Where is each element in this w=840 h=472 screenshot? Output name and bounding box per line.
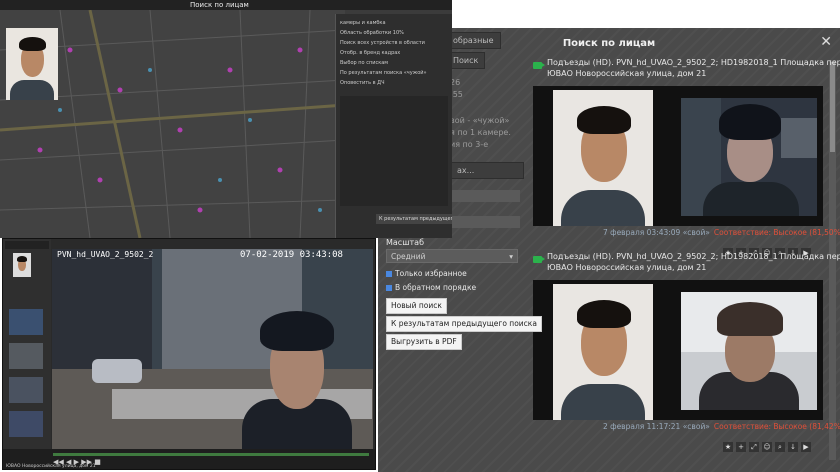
settings-row[interactable]: Область обработки 10%	[340, 30, 404, 36]
result-datetime: 2 февраля 11:17:21 «свой»	[603, 422, 710, 431]
settings-row[interactable]: камеры и камбка	[340, 20, 386, 26]
bg-button-3: ах...	[450, 162, 524, 179]
prev-results-button[interactable]: К результатам предыдущего поиска	[386, 316, 542, 332]
video-caption: ЮВАО Новороссийская улица, дом 21	[6, 464, 96, 469]
prev-results-button[interactable]: К результатам предыдущего поиска	[376, 214, 452, 224]
expand-icon[interactable]: ⤢	[749, 442, 759, 452]
bg-select-1	[450, 190, 520, 202]
settings-row[interactable]: Выбор по спискам	[340, 60, 388, 66]
settings-row[interactable]: По результатам поиска «чужой»	[340, 70, 427, 76]
reverse-order-label: В обратном порядке	[395, 283, 477, 292]
video-player-window: PVN_hd_UVAO_2_9502_2 07-02-2019 03:43:08…	[2, 238, 376, 470]
result-confidence: Соответствие: Высокое (81,42%)	[713, 422, 840, 431]
new-search-button[interactable]: Новый поиск	[386, 298, 447, 314]
match-thumbnail[interactable]	[9, 377, 43, 403]
sidebar-toolbar	[5, 241, 49, 249]
only-favorites-label: Только избранное	[395, 269, 467, 278]
camera-icon	[533, 256, 545, 263]
scale-select[interactable]: Средний ▾	[386, 249, 518, 263]
map-window: Поиск по лицам камеры и камбка Область о…	[0, 0, 452, 238]
result-meta: 2 февраля 11:17:21 «свой» Соответствие: В…	[603, 422, 840, 431]
checkbox-icon	[386, 285, 392, 291]
plus-icon[interactable]: +	[736, 442, 746, 452]
window-title: Поиск по лицам	[190, 1, 249, 9]
download-icon[interactable]: ↓	[788, 442, 798, 452]
close-icon[interactable]: ✕	[820, 34, 832, 50]
video-sidebar	[3, 239, 51, 469]
person-icon[interactable]: ☺	[762, 442, 772, 452]
result-address: ЮВАО Новороссийская улица, дом 21	[547, 69, 707, 78]
bg-text-3: вой - «чужой»	[450, 116, 510, 125]
timeline-bar[interactable]	[53, 453, 369, 456]
scale-label: Масштаб	[386, 238, 425, 247]
result-images	[533, 86, 823, 226]
play-icon[interactable]: ▶	[801, 442, 811, 452]
only-favorites-checkbox[interactable]: Только избранное	[386, 269, 467, 278]
export-pdf-button[interactable]: Выгрузить в PDF	[386, 334, 462, 350]
result-confidence: Соответствие: Высокое (81,50%)	[713, 228, 840, 237]
reference-photo[interactable]	[553, 90, 653, 226]
settings-row[interactable]: Оповестить в ДЧ	[340, 80, 385, 86]
settings-row[interactable]: Отобр. в бренд кадрах	[340, 50, 400, 56]
zoom-icon[interactable]: ⌕	[775, 442, 785, 452]
search-settings-dialog: камеры и камбка Область обработки 10% По…	[335, 14, 452, 238]
video-frame[interactable]: PVN_hd_UVAO_2_9502_2 07-02-2019 03:43:08	[52, 249, 373, 449]
result-meta: 7 февраля 03:43:09 «свой» Соответствие: В…	[603, 228, 840, 237]
captured-frame[interactable]	[681, 98, 817, 216]
result-address: ЮВАО Новороссийская улица, дом 21	[547, 263, 707, 272]
result-actions: ★ + ⤢ ☺ ⌕ ↓ ▶	[723, 434, 823, 452]
star-icon[interactable]: ★	[723, 442, 733, 452]
bg-text-5: ия по 3-е	[450, 140, 489, 149]
result-images	[533, 280, 823, 420]
match-thumbnail[interactable]	[9, 411, 43, 437]
match-thumbnail[interactable]	[9, 343, 43, 369]
result-datetime: 7 февраля 03:43:09 «свой»	[603, 228, 710, 237]
captured-frame[interactable]	[681, 292, 817, 410]
scale-value: Средний	[391, 252, 426, 261]
reference-photo[interactable]	[553, 284, 653, 420]
bg-text-4: я по 1 камере.	[450, 128, 511, 137]
query-photo[interactable]	[6, 28, 58, 100]
settings-list	[340, 96, 448, 206]
timestamp-overlay: 07-02-2019 03:43:08	[240, 250, 343, 260]
query-thumbnail[interactable]	[13, 253, 31, 277]
camera-icon	[533, 62, 545, 69]
camera-id-overlay: PVN_hd_UVAO_2_9502_2	[57, 250, 154, 259]
chevron-down-icon: ▾	[509, 252, 513, 261]
result-camera-name: Подъезды (HD). PVN_hd_UVAO_2_9502_2; HD1…	[547, 252, 840, 261]
reverse-order-checkbox[interactable]: В обратном порядке	[386, 283, 476, 292]
result-actions: ★ + ⤢ ☺ ⌕ ↓ ▶	[723, 240, 823, 258]
bg-select-2	[450, 216, 520, 228]
checkbox-icon	[386, 271, 392, 277]
match-thumbnail[interactable]	[9, 309, 43, 335]
result-camera-name: Подъезды (HD). PVN_hd_UVAO_2_9502_2; HD1…	[547, 58, 840, 67]
settings-row[interactable]: Поиск всех устройств в области	[340, 40, 425, 46]
search-form: Масштаб Средний ▾ Только избранное В обра…	[380, 236, 542, 356]
